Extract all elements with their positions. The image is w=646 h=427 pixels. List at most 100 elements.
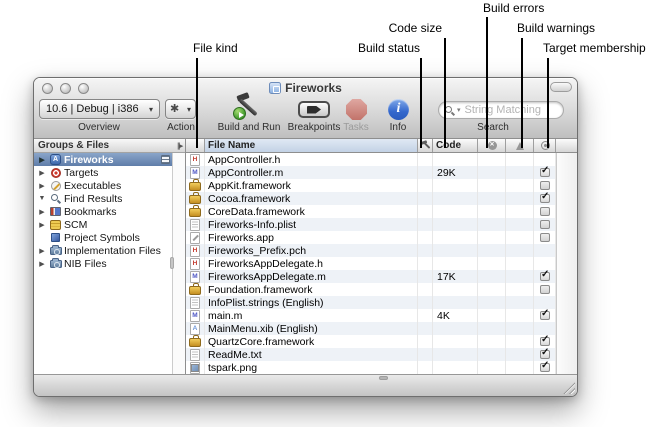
target-membership-checkbox[interactable] (540, 285, 550, 294)
search-field[interactable]: ▾ (438, 101, 564, 119)
column-header-build-warnings[interactable] (506, 139, 534, 152)
sidebar-columns-toggle-icon[interactable]: ∥▸ (177, 142, 182, 150)
target-membership-checkbox[interactable] (540, 220, 550, 229)
table-row[interactable]: InfoPlist.strings (English) (186, 296, 556, 309)
file-kind-cell (186, 361, 205, 374)
table-row[interactable]: tspark.png (186, 361, 556, 374)
target-icon (49, 167, 62, 179)
build-errors-cell (478, 270, 506, 283)
file-name-cell: QuartzCore.framework (205, 335, 418, 348)
groups-and-files-label: Groups & Files (38, 140, 109, 151)
drawer-knob[interactable] (379, 376, 388, 380)
table-row[interactable]: QuartzCore.framework (186, 335, 556, 348)
table-scrollbar[interactable] (556, 153, 577, 374)
build-status-cell (418, 348, 433, 361)
overview-popup[interactable]: 10.6 | Debug | i386 ▾ (39, 99, 160, 119)
sidebar-item-bookmarks[interactable]: ▶ Bookmarks (34, 205, 172, 218)
sidebar-item-fireworks[interactable]: ▶ Fireworks (34, 153, 172, 166)
disclosure-triangle-icon[interactable]: ▶ (37, 169, 47, 177)
column-header-build-errors[interactable]: ✕ (478, 139, 506, 152)
disclosure-triangle-icon[interactable]: ▶ (37, 247, 47, 255)
sidebar-scrollbar[interactable] (172, 153, 185, 374)
table-row[interactable]: M FireworksAppDelegate.m 17K (186, 270, 556, 283)
sidebar-item-project-symbols[interactable]: Project Symbols (34, 231, 172, 244)
build-errors-cell (478, 218, 506, 231)
sidebar-item-nib-files[interactable]: ▶ NIB Files (34, 257, 172, 270)
table-row[interactable]: Fireworks.app (186, 231, 556, 244)
action-popup[interactable]: ✱ ▾ (165, 99, 196, 119)
disclosure-triangle-icon[interactable]: ▶ (37, 182, 47, 190)
target-membership-checkbox[interactable] (540, 233, 550, 242)
sidebar-item-scm[interactable]: ▶ SCM (34, 218, 172, 231)
content-area: Groups & Files ∥▸ ▶ Fireworks ▶ Targets … (34, 139, 577, 374)
toolbar-toggle-button[interactable] (550, 82, 572, 92)
target-membership-checkbox[interactable] (540, 194, 550, 203)
disclosure-triangle-icon[interactable]: ▶ (37, 156, 47, 164)
m-file-icon: M (190, 167, 200, 179)
disclosure-triangle-icon[interactable]: ▶ (37, 221, 47, 229)
splitter-dimple[interactable] (170, 257, 174, 269)
table-row[interactable]: Fireworks-Info.plist (186, 218, 556, 231)
search-input[interactable] (462, 104, 557, 116)
target-membership-cell (534, 231, 556, 244)
target-membership-cell (534, 166, 556, 179)
sfolder-icon (49, 245, 62, 257)
build-warnings-cell (506, 205, 534, 218)
target-membership-cell (534, 218, 556, 231)
code-size-cell (433, 348, 478, 361)
build-errors-cell (478, 257, 506, 270)
titlebar[interactable]: Fireworks (34, 78, 577, 98)
column-header-file-kind[interactable] (186, 139, 205, 152)
table-row[interactable]: M AppController.m 29K (186, 166, 556, 179)
table-row[interactable]: Cocoa.framework (186, 192, 556, 205)
breakpoints-button[interactable] (298, 101, 330, 118)
groups-and-files-header[interactable]: Groups & Files ∥▸ (34, 139, 185, 153)
build-warnings-cell (506, 348, 534, 361)
table-row[interactable]: H FireworksAppDelegate.h (186, 257, 556, 270)
target-membership-checkbox[interactable] (540, 363, 550, 372)
target-membership-checkbox[interactable] (540, 168, 550, 177)
target-membership-checkbox[interactable] (540, 350, 550, 359)
build-status-cell (418, 283, 433, 296)
info-button[interactable]: i (388, 99, 409, 120)
h-file-icon: H (190, 245, 200, 257)
table-row[interactable]: H Fireworks_Prefix.pch (186, 244, 556, 257)
find-icon (49, 193, 62, 205)
column-header-target-membership[interactable] (534, 139, 556, 152)
sidebar-item-executables[interactable]: ▶ Executables (34, 179, 172, 192)
callout-label: Build status (358, 42, 420, 55)
table-row[interactable]: ReadMe.txt (186, 348, 556, 361)
target-membership-cell (534, 192, 556, 205)
file-name-cell: AppKit.framework (205, 179, 418, 192)
code-size-cell (433, 361, 478, 374)
disclosure-triangle-icon[interactable]: ▼ (37, 195, 47, 202)
table-row[interactable]: A MainMenu.xib (English) (186, 322, 556, 335)
table-row[interactable]: AppKit.framework (186, 179, 556, 192)
column-header-code-size[interactable]: Code (433, 139, 478, 152)
tasks-button[interactable] (346, 99, 367, 120)
detail-list-icon[interactable] (161, 155, 170, 164)
window-title: Fireworks (285, 81, 342, 95)
table-row[interactable]: M main.m 4K (186, 309, 556, 322)
target-membership-checkbox[interactable] (540, 311, 550, 320)
target-membership-checkbox[interactable] (540, 337, 550, 346)
table-row[interactable]: H AppController.h (186, 153, 556, 166)
disclosure-triangle-icon[interactable]: ▶ (37, 260, 47, 268)
sidebar-item-targets[interactable]: ▶ Targets (34, 166, 172, 179)
file-name-cell: main.m (205, 309, 418, 322)
table-row[interactable]: CoreData.framework (186, 205, 556, 218)
disclosure-triangle-icon[interactable]: ▶ (37, 208, 47, 216)
sfolder-icon (49, 258, 62, 270)
sidebar-item-find-results[interactable]: ▼ Find Results (34, 192, 172, 205)
target-membership-checkbox[interactable] (540, 272, 550, 281)
column-header-file-name[interactable]: File Name (205, 139, 418, 152)
build-and-run-button[interactable] (233, 94, 265, 121)
target-membership-checkbox[interactable] (540, 207, 550, 216)
toolbar: 10.6 | Debug | i386 ▾ Overview ✱ ▾ Actio… (34, 98, 577, 139)
resize-grip[interactable] (562, 381, 575, 394)
table-row[interactable]: Foundation.framework (186, 283, 556, 296)
column-header-build-status[interactable] (418, 139, 433, 152)
info-label: Info (390, 122, 407, 133)
sidebar-item-implementation-files[interactable]: ▶ Implementation Files (34, 244, 172, 257)
target-membership-checkbox[interactable] (540, 181, 550, 190)
